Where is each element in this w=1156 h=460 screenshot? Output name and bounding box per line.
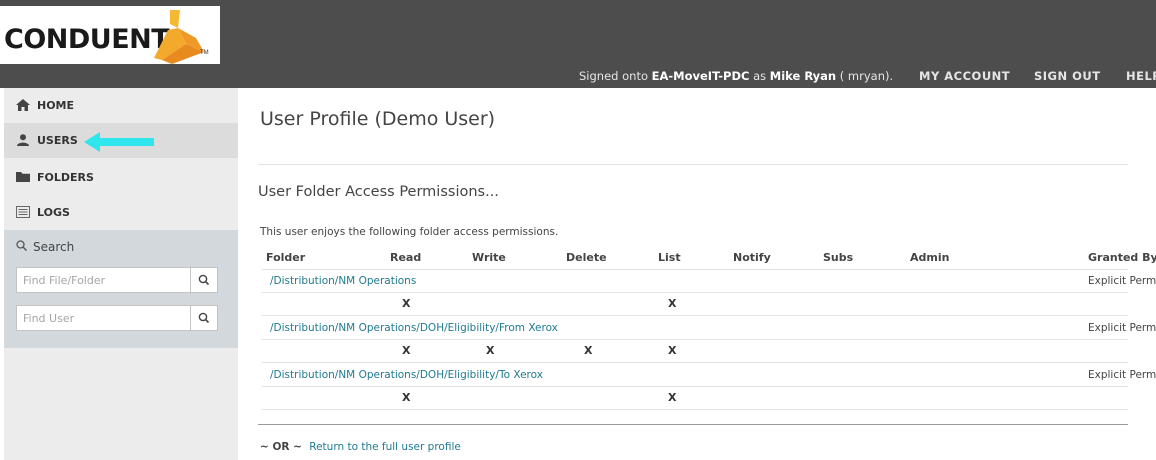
read-permission-mark: X — [402, 297, 411, 310]
read-permission-mark: X — [402, 391, 411, 404]
search-heading: Search — [16, 240, 74, 254]
divider — [258, 164, 1128, 165]
column-header-subs: Subs — [823, 251, 854, 264]
granted-by-value: Explicit Perm — [1088, 369, 1156, 381]
help-link[interactable]: HELP — [1126, 69, 1156, 83]
user-name: Mike Ryan — [769, 69, 837, 83]
signed-in-status: Signed onto EA-MoveIT-PDC as Mike Ryan (… — [579, 69, 893, 83]
return-to-profile-link[interactable]: Return to the full user profile — [309, 441, 461, 453]
column-header-folder: Folder — [266, 251, 306, 264]
annotation-arrow — [84, 132, 154, 152]
list-permission-mark: X — [668, 391, 677, 404]
column-header-read: Read — [390, 251, 422, 264]
sidebar-item-label: HOME — [37, 99, 75, 112]
column-header-delete: Delete — [566, 251, 607, 264]
list-permission-mark: X — [668, 297, 677, 310]
sidebar: HOME USERS FOLDERS LOGS Search — [4, 88, 238, 460]
conduent-logo[interactable]: CONDUENT TM — [0, 6, 220, 64]
folder-link[interactable]: /Distribution/NM Operations — [270, 275, 416, 287]
sidebar-item-home[interactable]: HOME — [4, 88, 238, 123]
sidebar-item-folders[interactable]: FOLDERS — [4, 160, 238, 195]
granted-by-value: Explicit Perm — [1088, 322, 1156, 334]
find-user-search — [16, 305, 218, 331]
list-permission-mark: X — [668, 344, 677, 357]
search-panel: Search — [4, 230, 238, 348]
signed-prefix: Signed onto — [579, 69, 652, 83]
home-icon — [16, 99, 30, 111]
logo-text: CONDUENT — [4, 24, 170, 55]
table-divider — [262, 409, 1128, 410]
table-divider — [262, 386, 1128, 387]
column-header-list: List — [658, 251, 681, 264]
column-header-granted-by: Granted By — [1088, 251, 1156, 264]
find-file-search-button[interactable] — [190, 268, 217, 292]
my-account-link[interactable]: MY ACCOUNT — [919, 69, 1010, 83]
table-divider — [262, 269, 1128, 270]
sidebar-item-logs[interactable]: LOGS — [4, 195, 238, 230]
user-icon — [17, 134, 29, 146]
find-file-search — [16, 267, 218, 293]
trademark-label: TM — [200, 50, 209, 56]
folder-link[interactable]: /Distribution/NM Operations/DOH/Eligibil… — [270, 322, 558, 334]
granted-by-value: Explicit Perm — [1088, 275, 1156, 287]
search-heading-label: Search — [33, 240, 75, 254]
search-icon — [198, 312, 210, 324]
read-permission-mark: X — [402, 344, 411, 357]
page-title: User Profile (Demo User) — [260, 108, 496, 130]
column-header-admin: Admin — [910, 251, 950, 264]
top-header: CONDUENT TM Signed onto EA-MoveIT-PDC as… — [0, 0, 1156, 88]
logs-icon — [16, 206, 30, 218]
find-user-input[interactable] — [17, 306, 191, 330]
find-file-input[interactable] — [17, 268, 191, 292]
write-permission-mark: X — [486, 344, 495, 357]
top-nav-bar: Signed onto EA-MoveIT-PDC as Mike Ryan (… — [0, 64, 1156, 88]
delete-permission-mark: X — [584, 344, 593, 357]
footer-links: ~ OR ~ Return to the full user profile — [260, 441, 461, 453]
conduent-mark-icon — [154, 10, 204, 64]
folder-link[interactable]: /Distribution/NM Operations/DOH/Eligibil… — [270, 369, 543, 381]
folder-icon — [16, 172, 30, 182]
sign-out-link[interactable]: SIGN OUT — [1034, 69, 1101, 83]
signed-mid: as — [749, 69, 770, 83]
search-icon — [16, 240, 27, 251]
section-title: User Folder Access Permissions... — [258, 184, 499, 200]
column-header-write: Write — [472, 251, 506, 264]
column-header-notify: Notify — [733, 251, 771, 264]
intro-text: This user enjoys the following folder ac… — [260, 226, 559, 238]
or-separator: ~ OR ~ — [260, 441, 302, 453]
footer-divider — [258, 424, 1128, 425]
signed-suffix: ( mryan). — [836, 69, 894, 83]
sidebar-item-label: FOLDERS — [37, 171, 94, 184]
sidebar-item-label: USERS — [37, 134, 78, 147]
find-user-search-button[interactable] — [190, 306, 217, 330]
table-divider — [262, 339, 1128, 340]
table-divider — [262, 292, 1128, 293]
search-icon — [198, 274, 210, 286]
server-name: EA-MoveIT-PDC — [651, 69, 750, 83]
table-divider — [262, 362, 1128, 363]
sidebar-item-label: LOGS — [37, 206, 70, 219]
table-divider — [262, 315, 1128, 316]
